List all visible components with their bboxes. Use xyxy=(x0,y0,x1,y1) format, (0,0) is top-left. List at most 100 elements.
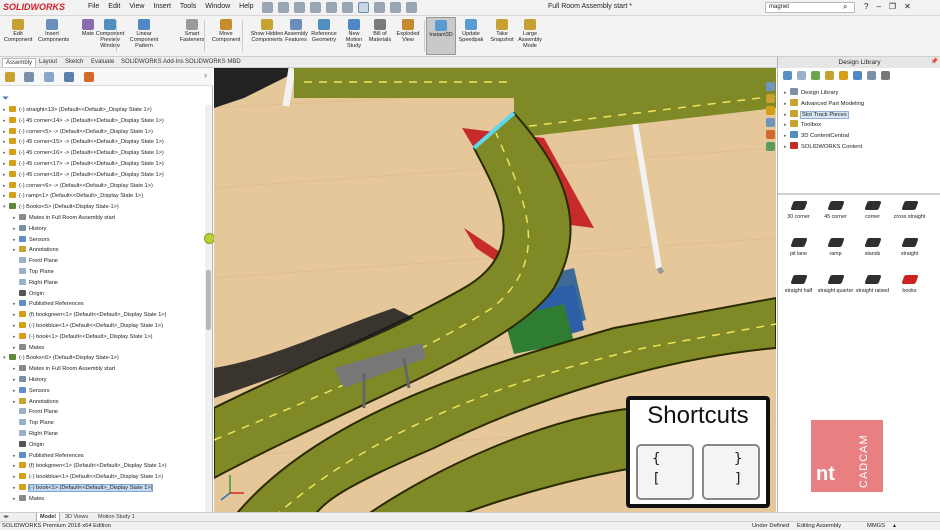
scroll-left-icon[interactable]: ◂▸ xyxy=(3,513,9,520)
select-icon[interactable] xyxy=(358,2,369,13)
tree-item[interactable]: ▸ (-) 45 corner<16> -> (Default<<Default>… xyxy=(3,148,164,158)
library-piece[interactable]: pit lane xyxy=(780,238,817,258)
panel-expand-icon[interactable]: › xyxy=(204,70,207,80)
tree-item[interactable]: ▸ (-) straight<13> (Default<<Default>_Dis… xyxy=(3,105,152,115)
library-piece[interactable]: corner xyxy=(854,201,891,221)
tree-item[interactable]: ▸ (-) 45 corner<14> -> (Default<<Default>… xyxy=(3,116,164,126)
tree-item[interactable]: ▸ (-) bookblue<1> (Default<<Default>_Disp… xyxy=(13,472,163,482)
tree-item[interactable]: ▸ (-) book<1> (Default<<Default>_Display … xyxy=(13,483,154,493)
menu-help[interactable]: Help xyxy=(239,3,253,10)
command-show-hidden-components-button[interactable]: Show Hidden Components xyxy=(249,19,285,43)
feature-manager-tab-icon[interactable] xyxy=(5,72,15,82)
menu-file[interactable]: File xyxy=(88,3,99,10)
save-icon[interactable] xyxy=(310,2,321,13)
library-item[interactable]: ▸ 3D ContentCentral xyxy=(784,131,849,142)
library-piece[interactable]: ramp xyxy=(817,238,854,258)
tree-item[interactable]: Origin xyxy=(13,289,44,299)
tab-sketch[interactable]: Sketch xyxy=(62,58,86,66)
tree-item[interactable]: ▸ Sensors xyxy=(13,386,50,396)
command-component-preview-window-button[interactable]: Component Preview Window xyxy=(92,19,128,49)
view-palette-icon[interactable] xyxy=(766,118,775,127)
custom-properties-icon[interactable] xyxy=(766,142,775,151)
tree-item[interactable]: ▸ (-) 45 corner<18> -> (Default<<Default>… xyxy=(3,170,164,180)
tree-item[interactable]: ▸ (f) bookgreen<1> (Default<<Default>_Dis… xyxy=(13,310,166,320)
up-folder-icon[interactable] xyxy=(867,71,876,80)
undo-icon[interactable] xyxy=(342,2,353,13)
tab-motion-study-1[interactable]: Motion Study 1 xyxy=(95,513,138,521)
design-library-icon[interactable] xyxy=(766,94,775,103)
tree-item[interactable]: Front Plane xyxy=(13,256,58,266)
rebuild-icon[interactable] xyxy=(374,2,385,13)
tab-assembly[interactable]: Assembly xyxy=(2,58,37,67)
print-icon[interactable] xyxy=(326,2,337,13)
property-manager-tab-icon[interactable] xyxy=(24,72,34,82)
tree-item[interactable]: ▸ (f) bookgreen<1> (Default<<Default>_Dis… xyxy=(13,461,166,471)
tree-item[interactable]: ▸ (-) 45 corner<15> -> (Default<<Default>… xyxy=(3,137,164,147)
filter-icon[interactable]: ⏷ xyxy=(2,93,9,104)
library-piece[interactable]: straight xyxy=(891,238,928,258)
tab-solidworks-mbd[interactable]: SOLIDWORKS MBD xyxy=(182,58,244,66)
minimize-icon[interactable]: – xyxy=(876,2,880,11)
menu-edit[interactable]: Edit xyxy=(108,3,120,10)
tree-item[interactable]: Front Plane xyxy=(13,407,58,417)
library-item[interactable]: ▸ Toolbox xyxy=(784,120,821,131)
tree-item[interactable]: ▸ (-) book<1> (Default<<Default>_Display … xyxy=(13,332,152,342)
home-view-icon[interactable] xyxy=(766,82,775,91)
refresh-icon[interactable] xyxy=(853,71,862,80)
library-item[interactable]: ▸ Advanced Part Modeling xyxy=(784,98,864,110)
library-piece[interactable]: straight raised xyxy=(854,275,891,295)
command-insert-components-button[interactable]: Insert Components xyxy=(38,19,69,43)
menu-insert[interactable]: Insert xyxy=(153,3,171,10)
command-bill-of-materials-button[interactable]: Bill of Materials xyxy=(366,19,394,43)
tree-item[interactable]: ▸ Published References xyxy=(13,451,84,461)
command-linear-component-pattern-button[interactable]: Linear Component Pattern xyxy=(126,19,162,49)
back-icon[interactable] xyxy=(783,71,792,80)
create-folder-icon[interactable] xyxy=(839,71,848,80)
panel-divider[interactable] xyxy=(778,193,940,195)
forward-icon[interactable] xyxy=(797,71,806,80)
tree-item[interactable]: ▸ Mates in Full Room Assembly start xyxy=(13,364,115,374)
add-to-library-icon[interactable] xyxy=(811,71,820,80)
options-icon[interactable] xyxy=(881,71,890,80)
tree-item[interactable]: ▸ (-) 45 corner<17> -> (Default<<Default>… xyxy=(3,159,164,169)
library-item[interactable]: ▸ Design Library xyxy=(784,88,838,99)
library-piece[interactable]: 30 corner xyxy=(780,201,817,221)
tree-item[interactable]: Right Plane xyxy=(13,429,58,439)
tree-item[interactable]: ▸ Annotations xyxy=(13,397,59,407)
command-instant3d-button[interactable]: Instant3D xyxy=(426,17,456,55)
pin-icon[interactable]: 📌 xyxy=(931,57,938,68)
tab-evaluate[interactable]: Evaluate xyxy=(88,58,117,66)
command-edit-component-button[interactable]: Edit Component xyxy=(4,19,32,43)
library-piece[interactable]: stands xyxy=(854,238,891,258)
new-document-icon[interactable] xyxy=(278,2,289,13)
command-update-speedpak-button[interactable]: Update Speedpak xyxy=(457,19,485,43)
tree-item[interactable]: ▸ (-) corner<6> -> (Default<<Default>_Dis… xyxy=(3,181,153,191)
help-icon[interactable]: ? xyxy=(864,2,868,11)
library-item[interactable]: ▸ Slot Track Pieces xyxy=(784,109,849,121)
close-icon[interactable]: ✕ xyxy=(904,2,911,11)
tree-item[interactable]: ▸ History xyxy=(13,375,46,385)
display-manager-tab-icon[interactable] xyxy=(84,72,94,82)
tree-item[interactable]: ▸ (-) ramp<1> (Default<<Default>_Display … xyxy=(3,191,143,201)
tab-3d-views[interactable]: 3D Views xyxy=(62,513,91,521)
tree-item[interactable]: ▾ (-) Books<6> (Default<Display State-1>) xyxy=(3,353,119,363)
tree-item[interactable]: ▸ Annotations xyxy=(13,245,59,255)
library-item[interactable]: ▸ SOLIDWORKS Content xyxy=(784,142,862,153)
tree-item[interactable]: Right Plane xyxy=(13,278,58,288)
menu-tools[interactable]: Tools xyxy=(180,3,196,10)
tree-item[interactable]: Origin xyxy=(13,440,44,450)
appearances-icon[interactable] xyxy=(766,130,775,139)
command-take-snapshot-button[interactable]: Take Snapshot xyxy=(488,19,516,43)
library-piece[interactable]: straight half xyxy=(780,275,817,295)
tree-item[interactable]: ▸ (-) corner<5> -> (Default<<Default>_Dis… xyxy=(3,127,153,137)
scrollbar-thumb[interactable] xyxy=(206,270,211,330)
library-piece[interactable]: cross straight xyxy=(891,201,928,221)
command-new-motion-study-button[interactable]: New Motion Study xyxy=(340,19,368,49)
search-icon[interactable]: ⌕ xyxy=(843,2,847,12)
home-icon[interactable] xyxy=(262,2,273,13)
tree-item[interactable]: ▸ Sensors xyxy=(13,235,50,245)
tree-item[interactable]: ▸ (-) bookblue<1> (Default<<Default>_Disp… xyxy=(13,321,163,331)
configuration-manager-tab-icon[interactable] xyxy=(44,72,54,82)
file-properties-icon[interactable] xyxy=(390,2,401,13)
command-smart-fasteners-button[interactable]: Smart Fasteners xyxy=(178,19,206,43)
